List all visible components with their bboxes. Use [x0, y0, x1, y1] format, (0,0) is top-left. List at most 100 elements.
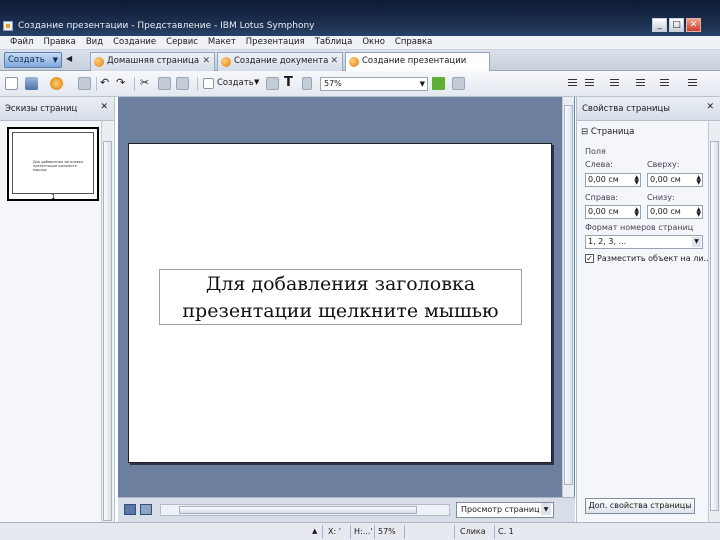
bottom-margin-input[interactable]: 0,00 см ▲ ▼	[647, 205, 703, 219]
scroll-thumb[interactable]	[179, 506, 417, 514]
left-margin-label: Слева:	[585, 160, 613, 169]
paragraph-icon[interactable]	[688, 79, 697, 88]
slide[interactable]: Для добавления заголовка презентации щел…	[128, 143, 552, 463]
toolbar-separator	[96, 77, 97, 91]
table-icon[interactable]	[302, 77, 312, 90]
page-section-label: Страница	[590, 127, 635, 137]
chevron-down-icon[interactable]: ▼	[541, 503, 551, 515]
new-document-button[interactable]: Создать ▼	[4, 52, 62, 68]
indent-icon[interactable]	[636, 79, 645, 88]
copy-icon[interactable]	[158, 77, 171, 90]
fit-object-label: Разместить объект на ли...	[597, 254, 712, 263]
status-bar: ▲ X: ' H:...' 57% Слика C. 1	[0, 522, 720, 540]
view-mode-value: Просмотр страниц	[461, 505, 540, 514]
slide-thumbnail[interactable]: Для добавления заголовка презентации щел…	[7, 127, 99, 201]
scroll-thumb[interactable]	[564, 105, 573, 485]
horizontal-scrollbar[interactable]	[160, 504, 450, 516]
view-mode-select[interactable]: Просмотр страниц ▼	[456, 502, 554, 518]
status-divider	[322, 525, 323, 539]
menu-window[interactable]: Окно	[357, 36, 390, 49]
thumbnail-text: Для добавления заголовка презентации щел…	[33, 160, 83, 172]
canvas-bottom-bar: Просмотр страниц ▼	[118, 497, 575, 522]
document-tab-bar: Создать ▼ ◀ Домашняя страница ✕ Создание…	[0, 50, 720, 72]
new-icon[interactable]	[5, 77, 18, 90]
window-titlebar: Создание презентации - Представление - I…	[0, 0, 720, 36]
margins-group-label: Поля	[585, 147, 606, 156]
numbering-format-select[interactable]: 1, 2, 3, ... ▼	[585, 235, 703, 249]
insert-frame-icon[interactable]	[203, 78, 214, 89]
chevron-up-icon[interactable]: ▲	[312, 527, 317, 535]
properties-title: Свойства страницы	[582, 104, 671, 114]
create-dropdown[interactable]: Создать	[217, 78, 254, 88]
page-section[interactable]: ⊟ Страница	[581, 127, 634, 137]
spinner-icon[interactable]: ▲ ▼	[634, 207, 639, 218]
spinner-icon[interactable]: ▲ ▼	[696, 175, 701, 186]
close-panel-icon[interactable]: ✕	[100, 102, 108, 112]
bullets-icon[interactable]	[585, 79, 594, 88]
numbering-icon[interactable]	[610, 79, 619, 88]
insert-image-icon[interactable]	[266, 77, 279, 90]
chevron-down-icon[interactable]: ▼	[692, 237, 701, 247]
top-margin-input[interactable]: 0,00 см ▲ ▼	[647, 173, 703, 187]
close-panel-icon[interactable]: ✕	[706, 102, 714, 112]
spinner-icon[interactable]: ▲ ▼	[634, 175, 639, 186]
undo-icon[interactable]: ↶	[100, 76, 109, 89]
menu-help[interactable]: Справка	[390, 36, 437, 49]
menu-view[interactable]: Вид	[81, 36, 108, 49]
status-zoom[interactable]: 57%	[378, 527, 396, 536]
menu-tools[interactable]: Сервис	[161, 36, 203, 49]
zoom-value: 57%	[324, 79, 342, 88]
menu-file[interactable]: Файл	[5, 36, 38, 49]
menu-edit[interactable]: Правка	[38, 36, 80, 49]
redo-icon[interactable]: ↷	[116, 76, 125, 89]
menu-layout[interactable]: Макет	[203, 36, 241, 49]
spinner-icon[interactable]: ▲ ▼	[696, 207, 701, 218]
toolbar-separator	[134, 77, 135, 91]
close-tab-icon[interactable]: ✕	[330, 53, 338, 70]
chevron-down-icon[interactable]: ▼	[420, 78, 425, 90]
line-spacing-icon[interactable]	[660, 79, 669, 88]
cut-icon[interactable]: ✂	[140, 76, 149, 89]
fit-object-checkbox[interactable]: ✓	[585, 254, 594, 263]
menu-table[interactable]: Таблица	[310, 36, 358, 49]
left-margin-input[interactable]: 0,00 см ▲ ▼	[585, 173, 641, 187]
spellcheck-icon[interactable]	[432, 77, 445, 90]
status-layer: Слика	[460, 527, 486, 536]
close-button[interactable]: ✕	[686, 18, 701, 32]
menu-create[interactable]: Создание	[108, 36, 161, 49]
normal-view-icon[interactable]	[124, 504, 136, 515]
find-icon[interactable]	[452, 77, 465, 90]
more-page-properties-button[interactable]: Доп. свойства страницы	[585, 498, 695, 514]
tab-create-presentation[interactable]: Создание презентации	[345, 52, 490, 72]
print-icon[interactable]	[78, 77, 91, 90]
text-tool-icon[interactable]: T	[284, 75, 293, 90]
minimize-button[interactable]: _	[652, 18, 667, 32]
scroll-thumb[interactable]	[710, 141, 719, 511]
scroll-thumb[interactable]	[103, 141, 112, 521]
chevron-down-icon[interactable]: ▼	[254, 78, 259, 86]
tab-home[interactable]: Домашняя страница ✕	[90, 52, 215, 71]
slide-number: 1	[51, 193, 56, 201]
right-margin-input[interactable]: 0,00 см ▲ ▼	[585, 205, 641, 219]
home-page-icon	[94, 57, 104, 67]
menu-presentation[interactable]: Презентация	[241, 36, 310, 49]
publish-icon[interactable]	[50, 77, 63, 90]
maximize-button[interactable]: □	[669, 18, 684, 32]
collapse-icon[interactable]: ⊟	[581, 127, 588, 137]
paste-icon[interactable]	[176, 77, 189, 90]
align-icon[interactable]	[568, 79, 577, 88]
properties-scrollbar[interactable]	[708, 121, 720, 522]
left-margin-value: 0,00 см	[588, 175, 619, 184]
outline-view-icon[interactable]	[140, 504, 152, 515]
tab-create-document[interactable]: Создание документа ✕	[217, 52, 343, 71]
thumbnails-scrollbar[interactable]	[101, 121, 113, 522]
thumbnails-header: Эскизы страниц ✕	[0, 97, 114, 121]
zoom-combobox[interactable]: 57% ▼	[320, 77, 428, 91]
title-placeholder[interactable]: Для добавления заголовка презентации щел…	[159, 269, 522, 325]
close-tab-icon[interactable]: ✕	[202, 53, 210, 70]
tab-scroll-left-icon[interactable]: ◀	[66, 54, 72, 63]
chevron-down-icon[interactable]: ▼	[53, 53, 58, 67]
numbering-format-value: 1, 2, 3, ...	[588, 237, 627, 246]
save-icon[interactable]	[25, 77, 38, 90]
canvas-scrollbar[interactable]	[562, 97, 574, 497]
